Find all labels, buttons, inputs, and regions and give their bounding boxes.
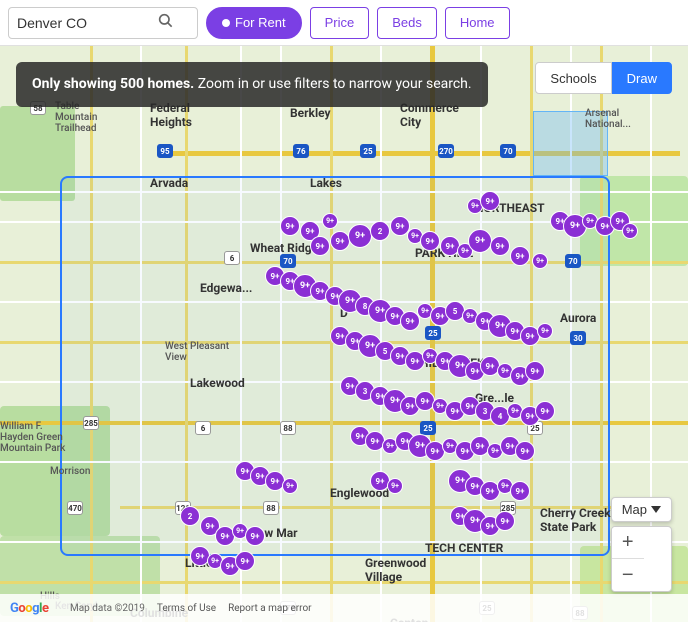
listing-marker[interactable]: 2 [180, 506, 200, 526]
listing-marker[interactable]: 9+ [245, 526, 265, 546]
terms-link[interactable]: Terms of Use [157, 603, 216, 614]
highway-470-s: 470 [67, 501, 83, 515]
listing-marker[interactable]: 9+ [495, 511, 515, 531]
bottom-bar: Google Map data ©2019 Terms of Use Repor… [0, 594, 688, 622]
listing-marker[interactable]: 9+ [480, 191, 500, 211]
listing-marker[interactable]: 9+ [348, 224, 372, 248]
highway-70-right: 30 [570, 331, 586, 345]
map-type-button[interactable]: Map [611, 497, 672, 522]
map-controls-top: Schools Draw [535, 62, 672, 94]
listing-marker[interactable]: 9+ [322, 213, 338, 229]
arsenal-national-area [533, 111, 608, 176]
map-background: TableMountainTrailhead FederalHeights Be… [0, 46, 688, 622]
listing-marker[interactable]: 2 [370, 221, 390, 241]
for-rent-filter[interactable]: For Rent [206, 7, 302, 39]
road-s2 [0, 581, 688, 584]
listing-marker[interactable]: 9+ [525, 361, 545, 381]
listing-marker[interactable]: 9+ [235, 551, 255, 571]
zoom-out-button[interactable]: − [612, 559, 644, 591]
listing-marker[interactable]: 9+ [622, 223, 638, 239]
highway-285: 285 [83, 416, 99, 430]
listing-marker[interactable]: 9+ [490, 236, 510, 256]
listing-marker[interactable]: 9+ [515, 441, 535, 461]
highway-76: 76 [293, 144, 309, 158]
listing-marker[interactable]: 9+ [510, 246, 530, 266]
listing-marker[interactable]: 9+ [535, 401, 555, 421]
zoom-controls: + − [611, 526, 672, 592]
listing-marker[interactable]: 9+ [282, 478, 298, 494]
report-link[interactable]: Report a map error [228, 603, 311, 614]
map-label-greenwood: GreenwoodVillage [365, 556, 426, 584]
listing-marker[interactable]: 9+ [420, 231, 440, 251]
beds-filter[interactable]: Beds [377, 7, 437, 39]
price-filter[interactable]: Price [310, 7, 370, 39]
highway-6-low: 6 [195, 421, 211, 435]
listing-marker[interactable]: 9+ [532, 253, 548, 269]
schools-button[interactable]: Schools [535, 62, 611, 94]
map-bottom-controls: Map + − [611, 497, 672, 592]
highway-88-low: 88 [263, 501, 279, 515]
notification-bold: Only showing 500 homes. [32, 76, 194, 92]
notification-text: Zoom in or use filters to narrow your se… [198, 76, 472, 92]
listing-marker[interactable]: 9+ [510, 481, 530, 501]
highway-88: 88 [280, 421, 296, 435]
listing-marker[interactable]: 9+ [468, 229, 492, 253]
draw-button[interactable]: Draw [612, 62, 672, 94]
google-logo: Google [10, 601, 48, 616]
search-input[interactable] [17, 15, 157, 31]
highway-70-top: 70 [500, 144, 516, 158]
highway-6: 6 [224, 251, 240, 265]
listing-marker[interactable]: 9+ [330, 231, 350, 251]
listing-marker[interactable]: 9+ [280, 216, 300, 236]
header: For Rent Price Beds Home [0, 0, 688, 46]
listing-marker[interactable]: 9+ [310, 236, 330, 256]
home-filter[interactable]: Home [445, 7, 510, 39]
highway-i70-mid: 70 [280, 254, 296, 268]
map-type-label: Map [622, 502, 647, 517]
for-rent-dot [222, 19, 230, 27]
listing-marker[interactable]: 9+ [387, 478, 403, 494]
highway-70-r: 70 [565, 254, 581, 268]
highway-i25-low: 25 [420, 421, 436, 435]
map-container[interactable]: TableMountainTrailhead FederalHeights Be… [0, 46, 688, 622]
map-copyright: Map data ©2019 [70, 603, 145, 614]
search-box[interactable] [8, 7, 198, 39]
map-label-berkley: Berkley [290, 106, 331, 120]
listing-marker[interactable]: 9+ [537, 323, 553, 339]
zoom-in-button[interactable]: + [612, 527, 644, 559]
highway-25-top: 25 [360, 144, 376, 158]
highway-95: 95 [157, 144, 173, 158]
notification-banner: Only showing 500 homes. Zoom in or use f… [16, 62, 488, 107]
highway-270: 270 [438, 144, 454, 158]
highway-25-mid: 25 [425, 326, 441, 340]
search-button[interactable] [157, 12, 173, 33]
